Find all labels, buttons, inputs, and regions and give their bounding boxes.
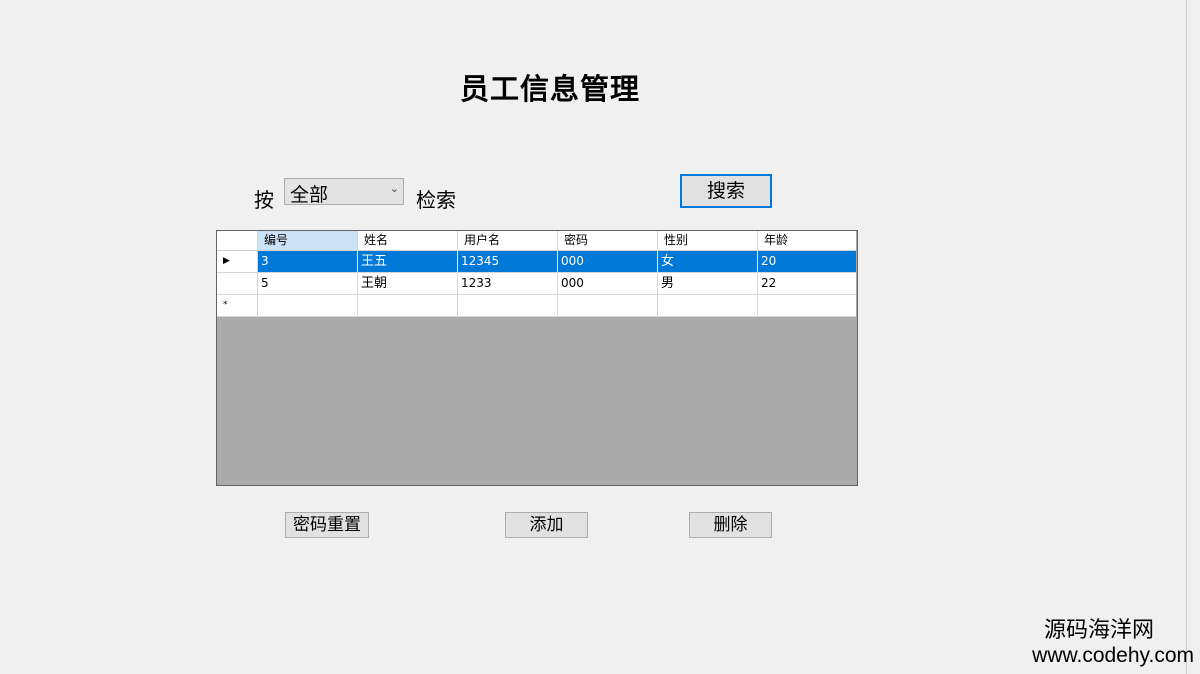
new-cell-password[interactable] — [558, 295, 658, 316]
new-cell-name[interactable] — [358, 295, 458, 316]
page-title: 员工信息管理 — [459, 72, 640, 106]
table-row[interactable]: 5 王朝 1233 000 男 22 — [217, 273, 856, 295]
cell-password[interactable]: 000 — [558, 251, 658, 272]
search-field-value: 全部 — [290, 184, 329, 206]
cell-username[interactable]: 12345 — [458, 251, 558, 272]
cell-name[interactable]: 王朝 — [358, 273, 458, 294]
new-cell-age[interactable] — [758, 295, 856, 316]
table-row[interactable]: ▶ 3 王五 12345 000 女 20 — [217, 251, 856, 273]
delete-button[interactable]: 删除 — [689, 512, 772, 538]
cell-gender[interactable]: 女 — [658, 251, 758, 272]
cell-password[interactable]: 000 — [558, 273, 658, 294]
watermark: 源码海洋网 www.codehy.com — [1032, 618, 1194, 668]
column-header-age[interactable]: 年龄 — [758, 231, 856, 250]
cell-username[interactable]: 1233 — [458, 273, 558, 294]
column-header-id[interactable]: 编号 — [258, 231, 358, 250]
column-header-name[interactable]: 姓名 — [358, 231, 458, 250]
cell-age[interactable]: 22 — [758, 273, 856, 294]
cell-name[interactable]: 王五 — [358, 251, 458, 272]
search-suffix-label: 检索 — [416, 188, 456, 212]
cell-gender[interactable]: 男 — [658, 273, 758, 294]
new-cell-gender[interactable] — [658, 295, 758, 316]
cell-age[interactable]: 20 — [758, 251, 856, 272]
new-row-icon[interactable]: * — [217, 295, 258, 316]
row-header[interactable] — [217, 273, 258, 294]
new-cell-id[interactable] — [258, 295, 358, 316]
watermark-name: 源码海洋网 — [1043, 618, 1154, 643]
grid-content: 编号 姓名 用户名 密码 性别 年龄 ▶ 3 王五 12345 000 女 20… — [217, 231, 856, 317]
new-row[interactable]: * — [217, 295, 856, 317]
add-button[interactable]: 添加 — [505, 512, 588, 538]
search-by-label: 按 — [254, 188, 274, 212]
search-field-select[interactable]: 全部 ⌄ — [284, 178, 404, 206]
grid-header-row: 编号 姓名 用户名 密码 性别 年龄 — [217, 231, 856, 251]
cell-id[interactable]: 3 — [258, 251, 358, 272]
new-cell-username[interactable] — [458, 295, 558, 316]
window-edge — [1186, 0, 1187, 674]
employee-grid[interactable]: 编号 姓名 用户名 密码 性别 年龄 ▶ 3 王五 12345 000 女 20… — [216, 230, 858, 486]
column-header-gender[interactable]: 性别 — [658, 231, 758, 250]
search-button[interactable]: 搜索 — [680, 174, 772, 208]
reset-password-button[interactable]: 密码重置 — [285, 512, 369, 538]
current-row-icon[interactable]: ▶ — [217, 251, 258, 272]
cell-id[interactable]: 5 — [258, 273, 358, 294]
watermark-url: www.codehy.com — [1032, 644, 1194, 667]
grid-corner-header[interactable] — [217, 231, 258, 250]
chevron-down-icon[interactable]: ⌄ — [390, 182, 399, 195]
column-header-password[interactable]: 密码 — [558, 231, 658, 250]
column-header-username[interactable]: 用户名 — [458, 231, 558, 250]
